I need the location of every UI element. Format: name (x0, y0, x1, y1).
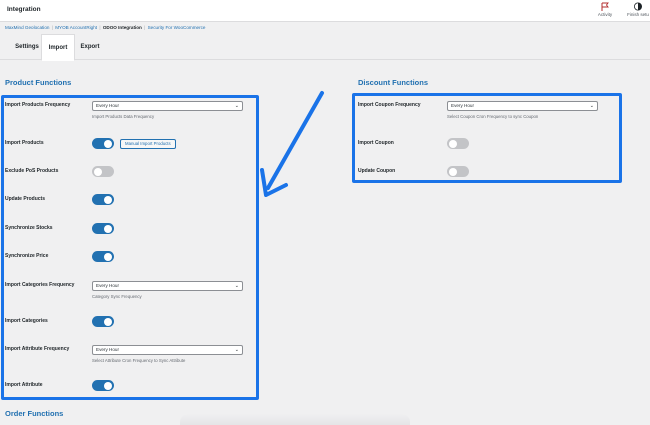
annotation-arrow (260, 91, 324, 197)
bottom-scroll-shadow (180, 414, 410, 425)
